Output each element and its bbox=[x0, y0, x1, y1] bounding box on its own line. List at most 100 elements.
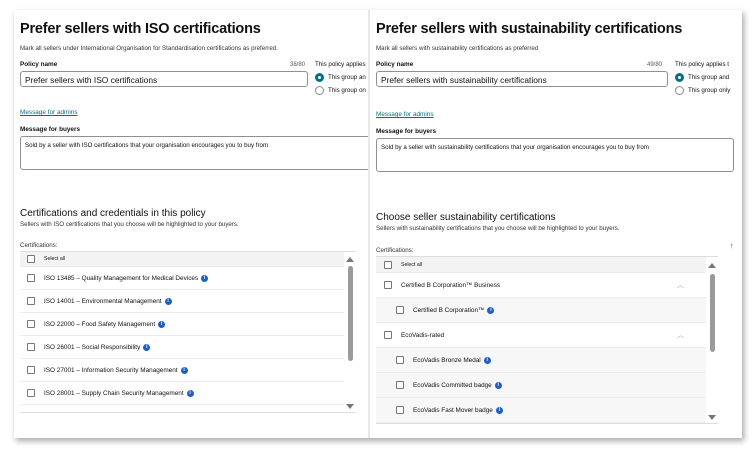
radio-group-only[interactable]: This group on bbox=[315, 86, 366, 95]
select-all-row[interactable]: Select all bbox=[20, 252, 344, 267]
list-scrollbar[interactable] bbox=[344, 252, 356, 412]
screenshot-frame: Prefer sellers with ISO certifications M… bbox=[0, 0, 753, 455]
character-counter: 38/80 bbox=[290, 62, 306, 68]
info-icon[interactable]: i bbox=[143, 343, 151, 351]
section-description: Sellers with sustainability certificatio… bbox=[376, 225, 620, 232]
scroll-down-arrow-icon[interactable] bbox=[708, 415, 716, 420]
group-checkbox[interactable] bbox=[384, 281, 392, 289]
group-row-ecovadis[interactable]: EcoVadis-rated ︿ bbox=[376, 323, 706, 348]
certification-checkbox[interactable] bbox=[27, 343, 35, 351]
page-description: Mark all sellers with sustainability cer… bbox=[376, 45, 539, 52]
page-description: Mark all sellers under International Org… bbox=[20, 45, 278, 52]
section-title: Certifications and credentials in this p… bbox=[20, 208, 206, 219]
section-title: Choose seller sustainability certificati… bbox=[376, 212, 556, 223]
message-for-buyers-label: Message for buyers bbox=[376, 128, 437, 135]
policy-name-label: Policy name bbox=[376, 61, 414, 68]
certification-label: Certified B Corporation™ bbox=[413, 306, 485, 314]
info-icon[interactable]: i bbox=[494, 381, 502, 389]
scroll-up-arrow-icon[interactable] bbox=[346, 257, 354, 262]
certification-label: ISO 27001 – Information Security Managem… bbox=[44, 366, 178, 374]
scroll-up-arrow-icon[interactable] bbox=[708, 263, 716, 268]
info-icon[interactable]: i bbox=[180, 366, 188, 374]
message-for-buyers-label: Message for buyers bbox=[20, 126, 81, 133]
radio-label: This group on bbox=[328, 87, 366, 94]
certification-label: ISO 14001 – Environmental Management bbox=[44, 297, 162, 305]
radio-selected-icon[interactable] bbox=[675, 73, 684, 82]
certification-checkbox[interactable] bbox=[27, 366, 35, 374]
group-label: EcoVadis-rated bbox=[401, 331, 445, 339]
info-icon[interactable]: i bbox=[158, 320, 166, 328]
certification-list: Select all Certified B Corporation™ Busi… bbox=[376, 256, 718, 424]
radio-unselected-icon[interactable] bbox=[675, 86, 684, 95]
sustainability-policy-panel: Prefer sellers with sustainability certi… bbox=[370, 10, 742, 438]
policy-applies-label: This policy applies bbox=[315, 61, 366, 68]
list-item[interactable]: ISO 27001 – Information Security Managem… bbox=[20, 359, 344, 382]
policy-name-input[interactable]: Prefer sellers with ISO certifications bbox=[20, 71, 308, 87]
select-all-checkbox[interactable] bbox=[27, 255, 35, 263]
message-for-buyers-textarea[interactable]: Sold by a seller with ISO certifications… bbox=[20, 136, 368, 170]
info-icon[interactable]: i bbox=[495, 406, 503, 414]
certification-label: ISO 28001 – Supply Chain Security Manage… bbox=[44, 389, 184, 397]
chevron-up-icon[interactable]: ︿ bbox=[677, 280, 684, 290]
radio-label: This group an bbox=[328, 74, 366, 81]
info-icon[interactable]: i bbox=[487, 306, 495, 314]
radio-selected-icon[interactable] bbox=[315, 73, 324, 82]
group-checkbox[interactable] bbox=[384, 331, 392, 339]
radio-group-and-subgroups[interactable]: This group an bbox=[315, 73, 366, 82]
list-item[interactable]: ISO 14001 – Environmental Management i bbox=[20, 290, 344, 313]
info-icon[interactable]: i bbox=[201, 274, 209, 282]
scroll-down-arrow-icon[interactable] bbox=[346, 404, 354, 409]
info-icon[interactable]: i bbox=[186, 389, 194, 397]
radio-label: This group only bbox=[688, 87, 731, 94]
page-title: Prefer sellers with sustainability certi… bbox=[376, 21, 683, 37]
certification-checkbox[interactable] bbox=[396, 306, 404, 314]
policy-applies-label: This policy applies t bbox=[675, 61, 729, 68]
radio-group-and-subgroups[interactable]: This group and bbox=[675, 73, 729, 82]
list-item[interactable]: ISO 28001 – Supply Chain Security Manage… bbox=[20, 382, 344, 405]
radio-group-only[interactable]: This group only bbox=[675, 86, 730, 95]
radio-label: This group and bbox=[688, 74, 730, 81]
message-for-admins-link[interactable]: Message for admins bbox=[20, 109, 78, 116]
info-icon[interactable]: i bbox=[483, 356, 491, 364]
certification-label: ISO 26001 – Social Responsibility bbox=[44, 343, 141, 351]
info-icon[interactable]: i bbox=[164, 297, 172, 305]
list-item[interactable]: EcoVadis Fast Mover badge i bbox=[376, 398, 706, 423]
message-for-buyers-textarea[interactable]: Sold by a seller with sustainability cer… bbox=[376, 138, 734, 172]
chevron-up-icon[interactable]: ︿ bbox=[677, 330, 684, 340]
select-all-checkbox[interactable] bbox=[384, 260, 392, 269]
policy-name-input[interactable]: Prefer sellers with sustainability certi… bbox=[376, 71, 668, 87]
list-item[interactable]: EcoVadis Bronze Medal i bbox=[376, 348, 706, 373]
list-item[interactable]: EcoVadis Committed badge i bbox=[376, 373, 706, 398]
certification-label: EcoVadis Bronze Medal bbox=[413, 356, 481, 364]
comparison-card: Prefer sellers with ISO certifications M… bbox=[14, 10, 742, 438]
certification-checkbox[interactable] bbox=[396, 356, 404, 364]
group-label: Certified B Corporation™ Business bbox=[401, 281, 501, 289]
scroll-thumb[interactable] bbox=[348, 266, 353, 361]
message-for-admins-link[interactable]: Message for admins bbox=[376, 111, 434, 118]
radio-unselected-icon[interactable] bbox=[315, 86, 324, 95]
group-row-b-corp[interactable]: Certified B Corporation™ Business ︿ bbox=[376, 273, 706, 298]
certification-list: Select all ISO 13485 – Quality Managemen… bbox=[20, 251, 356, 413]
certification-checkbox[interactable] bbox=[27, 274, 35, 282]
page-title: Prefer sellers with ISO certifications bbox=[20, 21, 261, 37]
list-item[interactable]: ISO 22000 – Food Safety Management i bbox=[20, 313, 344, 336]
policy-name-label: Policy name bbox=[20, 61, 58, 68]
certification-label: EcoVadis Committed badge bbox=[413, 381, 492, 389]
select-all-label: Select all bbox=[401, 261, 423, 268]
certification-checkbox[interactable] bbox=[27, 389, 35, 397]
certifications-label: Certifications: bbox=[20, 242, 58, 249]
character-counter: 49/80 bbox=[647, 62, 663, 68]
certification-checkbox[interactable] bbox=[27, 297, 35, 305]
select-all-label: Select all bbox=[44, 256, 66, 262]
certification-label: EcoVadis Fast Mover badge bbox=[413, 406, 493, 414]
list-scrollbar[interactable] bbox=[706, 257, 718, 423]
certification-checkbox[interactable] bbox=[396, 381, 404, 389]
certification-checkbox[interactable] bbox=[27, 320, 35, 328]
list-item[interactable]: Certified B Corporation™ i bbox=[376, 298, 706, 323]
certification-label: ISO 13485 – Quality Management for Medic… bbox=[44, 274, 199, 282]
scroll-thumb[interactable] bbox=[710, 274, 715, 352]
list-item[interactable]: ISO 26001 – Social Responsibility i bbox=[20, 336, 344, 359]
list-item[interactable]: ISO 13485 – Quality Management for Medic… bbox=[20, 267, 344, 290]
certification-checkbox[interactable] bbox=[396, 406, 404, 414]
select-all-row[interactable]: Select all bbox=[376, 257, 706, 273]
